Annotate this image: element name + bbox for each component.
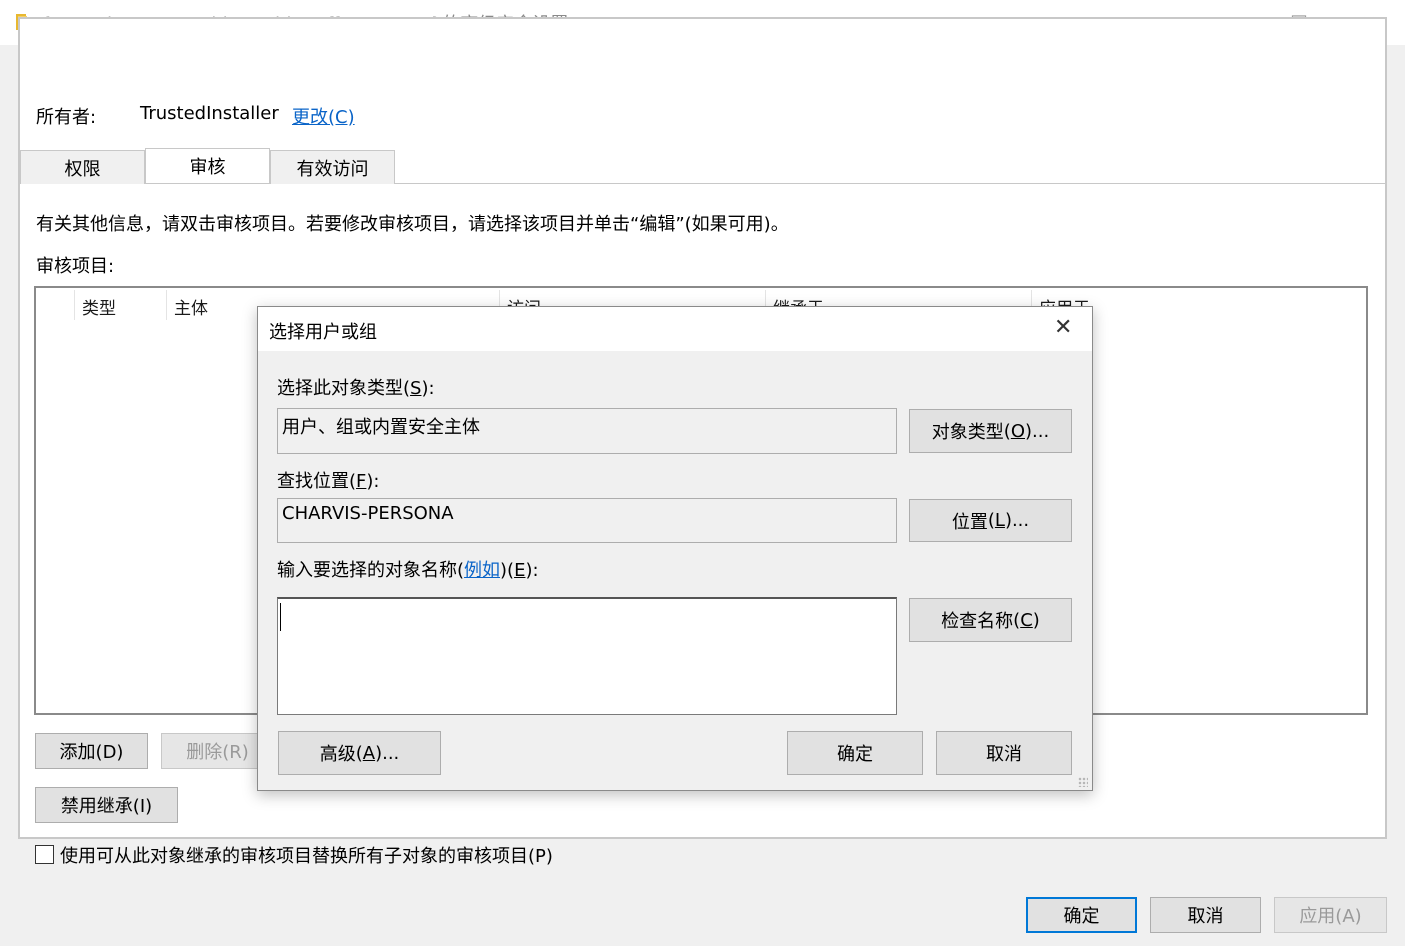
replace-child-audit-checkbox[interactable]	[35, 845, 54, 864]
location-label: 查找位置(F):	[277, 471, 380, 492]
object-types-button[interactable]: 对象类型(O)...	[909, 409, 1072, 453]
text-caret	[280, 603, 281, 631]
dialog-ok-button[interactable]: 确定	[787, 731, 923, 775]
apply-button[interactable]: 应用(A)	[1274, 897, 1387, 933]
dialog-close-icon[interactable]: ✕	[1054, 315, 1072, 340]
disable-inheritance-button[interactable]: 禁用继承(I)	[35, 787, 178, 823]
column-separator	[166, 290, 167, 320]
check-names-button[interactable]: 检查名称(C)	[909, 598, 1072, 642]
dialog-titlebar: 选择用户或组 ✕	[258, 307, 1092, 351]
resize-grip-icon[interactable]	[1078, 777, 1088, 787]
ok-button[interactable]: 确定	[1026, 897, 1137, 933]
info-text: 有关其他信息，请双击审核项目。若要修改审核项目，请选择该项目并单击“编辑”(如果…	[36, 214, 789, 235]
object-type-label: 选择此对象类型(S):	[277, 378, 435, 399]
tab-effective-access[interactable]: 有效访问	[270, 150, 395, 184]
change-owner-link[interactable]: 更改(C)	[292, 103, 355, 129]
tab-auditing[interactable]: 审核	[145, 148, 270, 183]
dialog-cancel-button[interactable]: 取消	[936, 731, 1072, 775]
object-names-input[interactable]	[277, 597, 897, 715]
tab-strip: 权限 审核 有效访问	[20, 148, 1385, 184]
audit-items-label: 审核项目:	[36, 256, 115, 277]
cancel-button[interactable]: 取消	[1150, 897, 1261, 933]
location-field: CHARVIS-PERSONA	[277, 498, 897, 543]
advanced-button[interactable]: 高级(A)...	[278, 731, 441, 775]
select-users-dialog: 选择用户或组 ✕ 选择此对象类型(S): 用户、组或内置安全主体 对象类型(O)…	[257, 306, 1093, 791]
tab-permissions[interactable]: 权限	[20, 150, 145, 184]
owner-label: 所有者:	[36, 107, 97, 128]
dialog-title: 选择用户或组	[269, 322, 377, 343]
locations-button[interactable]: 位置(L)...	[909, 499, 1072, 542]
owner-value: TrustedInstaller	[140, 103, 279, 124]
replace-child-audit-label[interactable]: 使用可从此对象继承的审核项目替换所有子对象的审核项目(P)	[60, 842, 553, 868]
object-type-field: 用户、组或内置安全主体	[277, 408, 897, 454]
add-button[interactable]: 添加(D)	[35, 733, 148, 769]
column-separator	[74, 290, 75, 320]
column-header-principal[interactable]: 主体	[174, 294, 208, 319]
column-header-type[interactable]: 类型	[82, 294, 116, 319]
examples-link[interactable]: 例如	[464, 560, 500, 581]
enter-names-label: 输入要选择的对象名称(例如)(E):	[277, 560, 539, 581]
